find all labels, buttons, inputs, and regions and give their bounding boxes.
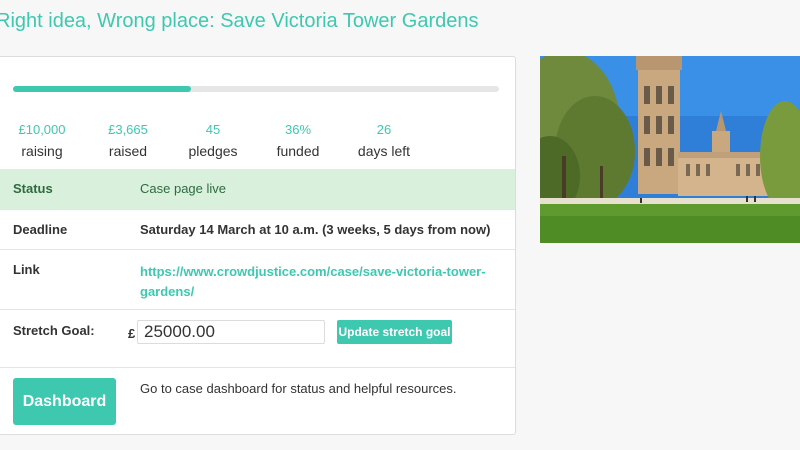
stat-value: £10,000 — [18, 122, 66, 137]
link-label: Link — [13, 262, 40, 277]
stat-value: £3,665 — [108, 122, 148, 137]
update-stretch-goal-button[interactable]: Update stretch goal — [337, 320, 452, 344]
status-value: Case page live — [140, 181, 226, 196]
stat-label: raising — [21, 143, 63, 159]
stretch-goal-input[interactable] — [137, 320, 325, 344]
deadline-row: Deadline Saturday 14 March at 10 a.m. (3… — [0, 209, 515, 249]
stat-funded: 36% funded — [253, 122, 343, 161]
funding-progress-bar — [13, 86, 499, 92]
case-photo — [540, 56, 800, 243]
stretch-goal-row: Stretch Goal: £ Update stretch goal — [0, 309, 515, 367]
deadline-label: Deadline — [13, 222, 68, 237]
stat-days-left: 26 days left — [339, 122, 429, 161]
funding-progress-fill — [13, 86, 191, 92]
stat-value: 45 — [205, 122, 221, 137]
link-row: Link https://www.crowdjustice.com/case/s… — [0, 249, 515, 309]
case-url-link[interactable]: https://www.crowdjustice.com/case/save-v… — [140, 262, 500, 302]
stat-label: funded — [276, 143, 320, 159]
case-summary-card: £10,000 raising £3,665 raised 45 pledges… — [0, 56, 516, 435]
currency-symbol: £ — [128, 326, 136, 341]
stretch-goal-label: Stretch Goal: — [13, 323, 95, 338]
stat-raising: £10,000 raising — [0, 122, 87, 161]
stat-value: 26 — [376, 122, 392, 137]
page-title: Right idea, Wrong place: Save Victoria T… — [0, 10, 479, 32]
stat-raised: £3,665 raised — [83, 122, 173, 161]
dashboard-button[interactable]: Dashboard — [13, 378, 116, 425]
stat-label: days left — [357, 143, 411, 159]
stat-label: raised — [108, 143, 148, 159]
status-row: Status Case page live — [0, 169, 515, 209]
dashboard-description: Go to case dashboard for status and help… — [140, 381, 457, 396]
dashboard-row: Dashboard Go to case dashboard for statu… — [0, 367, 515, 434]
status-label: Status — [13, 181, 53, 196]
stat-label: pledges — [188, 143, 238, 159]
deadline-value: Saturday 14 March at 10 a.m. (3 weeks, 5… — [140, 222, 491, 237]
stat-value: 36% — [284, 122, 312, 137]
stat-pledges: 45 pledges — [168, 122, 258, 161]
